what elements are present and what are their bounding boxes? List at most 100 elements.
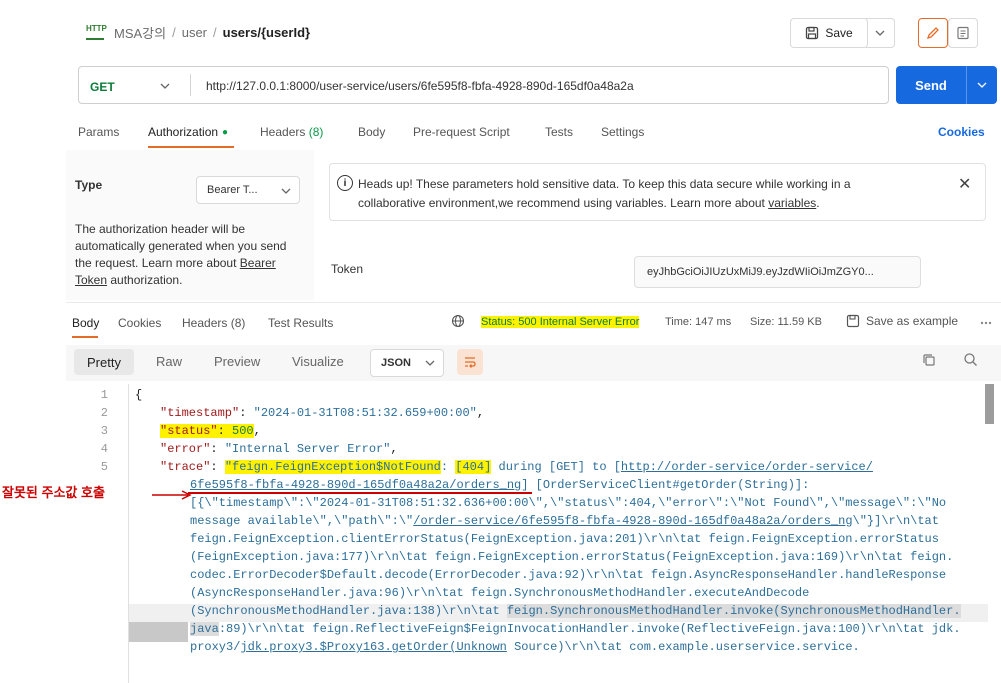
warning-text: Heads up! These parameters hold sensitiv… <box>358 175 918 213</box>
response-body-toolbar <box>66 345 1001 381</box>
json-key: "error" <box>160 442 211 456</box>
code-line: (AsyncResponseHandler.java:96)\r\n\tat f… <box>190 586 810 600</box>
trace-link[interactable]: 6fe595f8-fbfa-4928-890d-165df0a48a2a/ord… <box>190 478 521 492</box>
auth-type-value: Bearer T... <box>207 184 258 196</box>
tab-settings[interactable]: Settings <box>601 125 644 139</box>
breadcrumb-request[interactable]: users/{userId} <box>223 25 310 40</box>
copy-icon[interactable] <box>922 353 936 370</box>
close-icon[interactable]: ✕ <box>958 174 971 194</box>
tab-params[interactable]: Params <box>78 125 119 139</box>
url-input[interactable]: http://127.0.0.1:8000/user-service/users… <box>206 79 634 93</box>
json-value: "2024-01-31T08:51:32.659+00:00" <box>253 406 477 420</box>
json-value: (SynchronousMethodHandler.java:138)\r\n\… <box>190 604 507 618</box>
chevron-down-icon <box>425 358 435 369</box>
response-time[interactable]: Time: 147 ms <box>665 316 731 328</box>
active-tab-indicator <box>148 146 234 148</box>
save-button[interactable]: Save <box>790 18 868 48</box>
code-line: "timestamp": "2024-01-31T08:51:32.659+00… <box>160 406 485 420</box>
cookies-link[interactable]: Cookies <box>938 125 985 139</box>
code-line: (SynchronousMethodHandler.java:138)\r\n\… <box>190 604 961 618</box>
line-number: 4 <box>100 442 108 456</box>
tab-response-body[interactable]: Body <box>72 316 99 330</box>
code-line: feign.FeignException.clientErrorStatus(F… <box>190 532 939 546</box>
globe-icon[interactable] <box>451 314 465 331</box>
send-button[interactable]: Send <box>896 66 966 104</box>
info-icon: i <box>337 175 353 191</box>
breadcrumb-separator: / <box>172 25 176 40</box>
json-key: "trace" <box>160 460 211 474</box>
search-icon[interactable] <box>963 352 978 370</box>
save-options-button[interactable] <box>866 18 895 48</box>
json-key: "status" <box>160 424 218 438</box>
pencil-icon <box>926 27 939 40</box>
save-as-example-button[interactable]: Save as example <box>846 314 958 328</box>
trace-link[interactable]: jdk.proxy3.$Proxy163.getOrder(Unknown <box>240 640 506 654</box>
tab-headers-label: Headers <box>260 125 306 139</box>
auth-type-select[interactable]: Bearer T... <box>196 176 300 204</box>
scrollbar[interactable] <box>985 384 994 424</box>
save-icon <box>806 26 819 40</box>
tab-body[interactable]: Body <box>358 125 385 139</box>
method-select[interactable]: GET <box>90 80 115 94</box>
tab-headers[interactable]: Headers (8) <box>260 125 323 139</box>
json-value: Source)\r\n\tat com.example.userservice.… <box>506 640 860 654</box>
format-select[interactable]: JSON <box>370 349 444 377</box>
trace-link[interactable]: /order-service/6fe595f8-fbfa-4928-890d-1… <box>413 514 852 528</box>
pretty-button[interactable]: Pretty <box>74 349 134 375</box>
more-options-icon[interactable] <box>980 314 992 328</box>
line-number: 3 <box>100 424 108 438</box>
code-line: { <box>135 388 143 402</box>
breadcrumb-collection[interactable]: MSA강의 <box>114 23 166 42</box>
save-label: Save <box>825 26 853 40</box>
documentation-button[interactable] <box>948 18 978 48</box>
status-badge[interactable]: Status: 500 Internal Server Error <box>481 316 640 328</box>
response-size[interactable]: Size: 11.59 KB <box>750 316 822 328</box>
active-tab-indicator <box>72 336 98 338</box>
line-number: 5 <box>100 460 108 474</box>
wrap-lines-button[interactable] <box>457 349 483 375</box>
preview-button[interactable]: Preview <box>214 354 260 369</box>
tab-response-cookies[interactable]: Cookies <box>118 316 161 330</box>
json-value: proxy3/ <box>190 640 241 654</box>
tab-prerequest-script[interactable]: Pre-request Script <box>413 125 510 139</box>
edit-button[interactable] <box>918 18 948 48</box>
document-icon <box>957 26 969 40</box>
code-line: java:89)\r\n\tat feign.ReflectiveFeign$F… <box>190 622 961 636</box>
code-line: proxy3/jdk.proxy3.$Proxy163.getOrder(Unk… <box>190 640 860 654</box>
active-dot-icon: ● <box>222 126 229 138</box>
json-value: ] [OrderServiceClient#getOrder(String)]: <box>521 478 810 492</box>
code-line: "trace": "feign.FeignException$NotFound:… <box>160 460 873 474</box>
variables-link[interactable]: variables <box>768 196 816 210</box>
selected-text: java <box>190 622 219 636</box>
json-value: "Internal Server Error" <box>224 442 391 456</box>
code-line: message available\",\"path\":\"/order-se… <box>190 514 939 528</box>
tab-headers-count: (8) <box>308 125 324 139</box>
trace-link[interactable]: http://order-service/order-service/ <box>621 460 873 474</box>
tab-test-results[interactable]: Test Results <box>268 316 333 330</box>
token-input[interactable]: eyJhbGciOiJIUzUxMiJ9.eyJzdWIiOiJmZGY0... <box>634 256 921 288</box>
json-value: [404] <box>455 460 492 474</box>
tab-tests[interactable]: Tests <box>545 125 573 139</box>
warning-period: . <box>816 196 820 210</box>
raw-button[interactable]: Raw <box>156 354 182 369</box>
code-line: [{\"timestamp\":\"2024-01-31T08:51:32.63… <box>190 496 947 510</box>
json-value: message available\",\"path\":\" <box>190 514 414 528</box>
tab-response-headers[interactable]: Headers (8) <box>182 316 245 330</box>
chevron-down-icon[interactable] <box>160 78 170 92</box>
breadcrumb-folder[interactable]: user <box>182 25 207 40</box>
code-line: 6fe595f8-fbfa-4928-890d-165df0a48a2a/ord… <box>190 478 809 492</box>
breadcrumb-separator: / <box>213 25 217 40</box>
chevron-down-icon <box>977 82 987 88</box>
tab-authorization[interactable]: Authorization ● <box>148 125 228 139</box>
line-number: 1 <box>100 388 108 402</box>
annotation-underline <box>188 492 532 494</box>
json-value: during [GET] to [ <box>491 460 621 474</box>
tab-authorization-label: Authorization <box>148 125 219 139</box>
send-options-button[interactable] <box>966 66 997 104</box>
save-as-example-label: Save as example <box>866 314 959 328</box>
gutter-divider <box>128 384 129 683</box>
json-value: :89)\r\n\tat feign.ReflectiveFeign$Feign… <box>218 622 961 636</box>
json-key: "timestamp" <box>160 406 240 420</box>
visualize-button[interactable]: Visualize <box>292 354 344 369</box>
line-number: 2 <box>100 406 108 420</box>
